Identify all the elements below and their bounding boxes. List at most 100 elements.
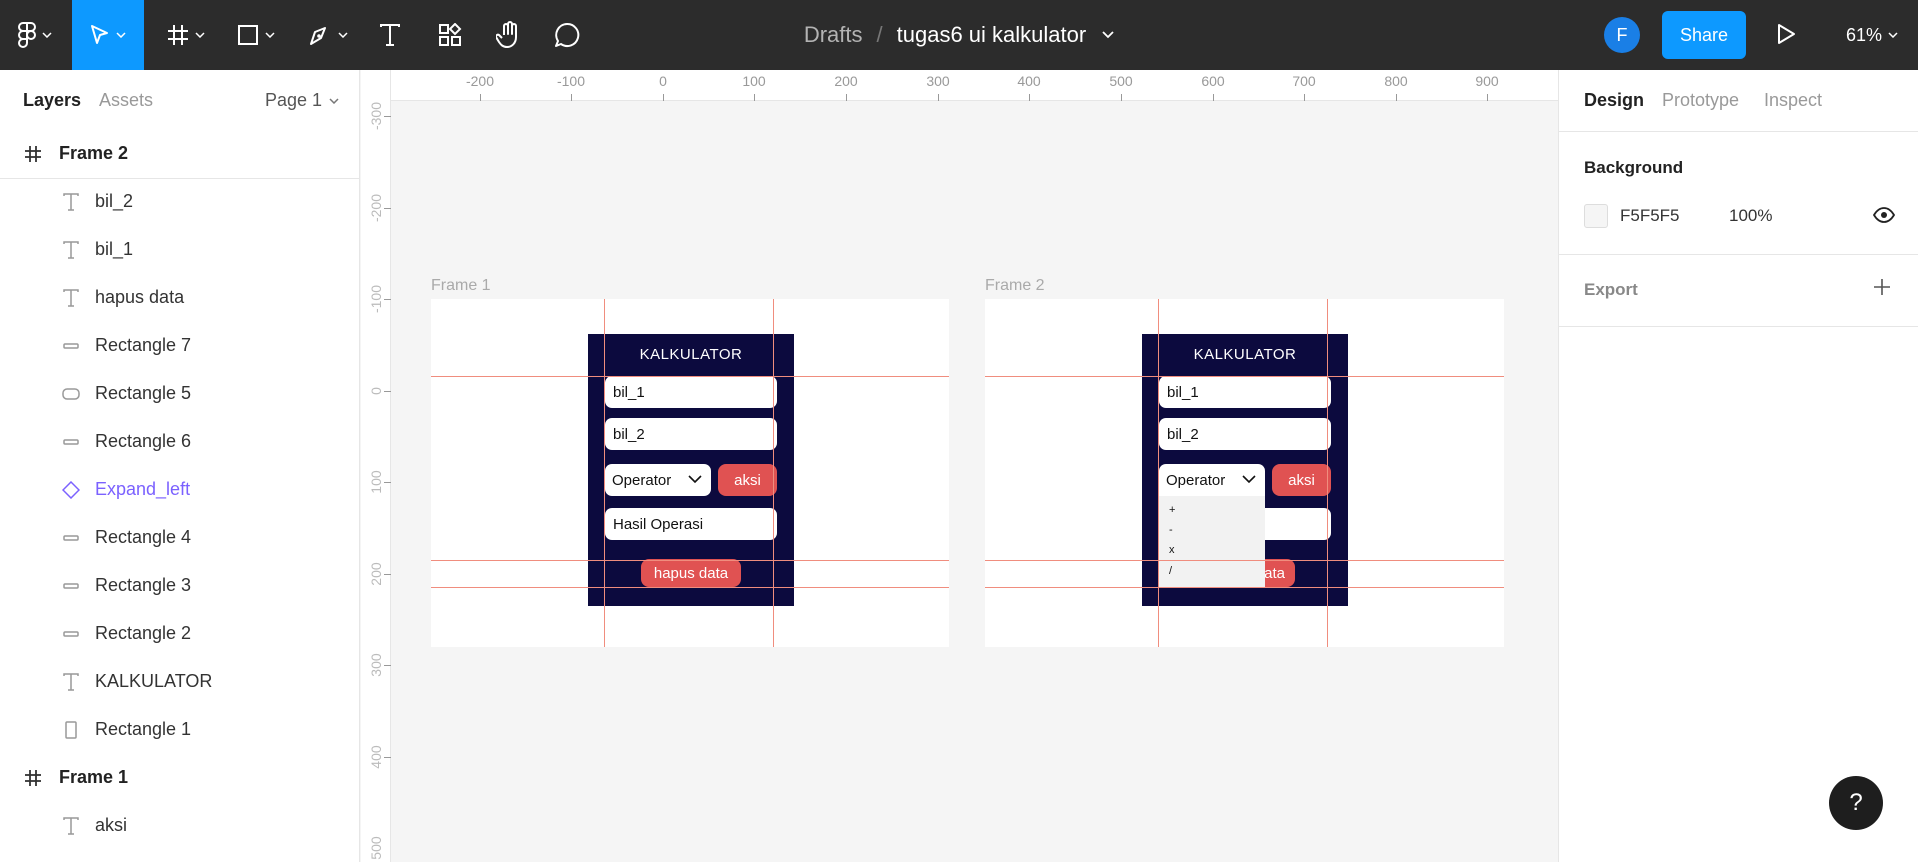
calculator-title: KALKULATOR	[639, 346, 743, 363]
layer-rectangle-5[interactable]: Rectangle 5	[0, 369, 359, 417]
shape-tool-button[interactable]	[226, 0, 286, 70]
operator-select[interactable]: Operator	[605, 464, 711, 496]
layer-rectangle-6[interactable]: Rectangle 6	[0, 417, 359, 465]
ruler-tick	[384, 208, 391, 209]
layer-kalkulator[interactable]: KALKULATOR	[0, 657, 359, 705]
avatar[interactable]: F	[1604, 17, 1640, 53]
layer-hapus-data[interactable]: hapus data	[0, 273, 359, 321]
move-tool-button[interactable]	[72, 0, 144, 70]
ruler-tick	[384, 482, 391, 483]
rectangle-layer-icon	[60, 431, 82, 453]
background-opacity-input[interactable]: 100%	[1729, 206, 1772, 226]
bil-1-field[interactable]: bil_1	[1159, 376, 1331, 408]
tab-assets[interactable]: Assets	[99, 90, 153, 111]
file-name[interactable]: tugas6 ui kalkulator	[897, 22, 1087, 48]
comment-tool-button[interactable]	[546, 0, 588, 70]
background-color-swatch[interactable]	[1584, 204, 1608, 228]
operator-select[interactable]: Operator	[1159, 464, 1265, 496]
layer-frame-2[interactable]: Frame 2	[0, 129, 359, 177]
zoom-menu[interactable]: 61%	[1846, 0, 1898, 70]
breadcrumb-separator: /	[876, 22, 883, 47]
layer-rectangle-1[interactable]: Rectangle 1	[0, 705, 359, 753]
play-icon[interactable]	[1775, 22, 1797, 46]
frame-2-label[interactable]: Frame 2	[985, 277, 1045, 295]
layer-bil-1[interactable]: bil_1	[0, 225, 359, 273]
layer-frame-1[interactable]: Frame 1	[0, 753, 359, 801]
layer-rectangle-4[interactable]: Rectangle 4	[0, 513, 359, 561]
pen-tool-button[interactable]	[298, 0, 358, 70]
text-layer-icon	[60, 287, 82, 309]
canvas[interactable]: -200 -100 0 100 200 300 400 500 600 700 …	[361, 70, 1558, 862]
layer-name: aksi	[95, 814, 128, 835]
frame-2[interactable]: KALKULATOR bil_1 bil_2 ata Operator aksi…	[985, 299, 1504, 647]
chevron-down-icon	[42, 32, 52, 38]
main-menu-button[interactable]	[10, 0, 60, 70]
layout-guide	[604, 299, 605, 647]
operator-option-minus[interactable]: -	[1169, 524, 1173, 536]
hand-tool-button[interactable]	[488, 0, 530, 70]
ruler-top: -200 -100 0 100 200 300 400 500 600 700 …	[391, 70, 1558, 101]
aksi-button[interactable]: aksi	[718, 464, 777, 496]
export-heading: Export	[1584, 280, 1638, 299]
layout-guide	[431, 560, 949, 561]
hand-icon	[496, 21, 517, 48]
layer-rectangle-2[interactable]: Rectangle 2	[0, 609, 359, 657]
layout-guide	[1158, 299, 1159, 647]
bil-2-field[interactable]: bil_2	[1159, 418, 1331, 450]
chevron-down-icon[interactable]	[1102, 31, 1114, 39]
bil-2-field[interactable]: bil_2	[605, 418, 777, 450]
rounded-rectangle-layer-icon	[60, 383, 82, 405]
frame-hash-icon	[22, 143, 44, 165]
operator-option-multiply[interactable]: x	[1169, 544, 1175, 556]
ruler-tick	[663, 94, 664, 101]
layer-bil-2[interactable]: bil_2	[0, 177, 359, 225]
tab-prototype[interactable]: Prototype	[1662, 90, 1739, 111]
share-button[interactable]: Share	[1662, 11, 1746, 59]
layer-aksi[interactable]: aksi	[0, 801, 359, 849]
bil-1-field[interactable]: bil_1	[605, 376, 777, 408]
tab-inspect[interactable]: Inspect	[1764, 90, 1822, 111]
layer-rectangle-3[interactable]: Rectangle 3	[0, 561, 359, 609]
layer-name: bil_1	[95, 238, 134, 259]
layer-rectangle-7[interactable]: Rectangle 7	[0, 321, 359, 369]
operator-option-plus[interactable]: +	[1169, 504, 1175, 516]
resources-tool-button[interactable]	[430, 0, 470, 70]
ruler-label: 900	[1475, 73, 1499, 89]
ruler-tick	[1121, 94, 1122, 101]
ruler-label: -200	[368, 193, 384, 223]
ruler-tick	[1304, 94, 1305, 101]
ruler-tick	[571, 94, 572, 101]
operator-option-divide[interactable]: /	[1169, 565, 1172, 577]
frame-1[interactable]: KALKULATOR bil_1 bil_2 Operator aksi Has…	[431, 299, 949, 647]
ruler-tick	[384, 574, 391, 575]
layer-name: Rectangle 7	[95, 334, 192, 355]
frame-tool-button[interactable]	[156, 0, 216, 70]
plus-icon[interactable]	[1873, 278, 1891, 296]
hapus-data-label: ata	[1264, 564, 1285, 582]
ruler-label: 0	[659, 73, 667, 89]
ruler-label: 200	[834, 73, 858, 89]
help-button[interactable]: ?	[1829, 776, 1883, 830]
tab-design[interactable]: Design	[1584, 90, 1644, 111]
ruler-tick	[384, 665, 391, 666]
ruler-tick	[384, 116, 391, 117]
hapus-data-button[interactable]: hapus data	[641, 559, 741, 587]
chevron-down-icon	[1888, 32, 1898, 38]
figma-logo-icon	[18, 22, 36, 48]
drafts-link[interactable]: Drafts	[804, 22, 863, 48]
background-hex-input[interactable]: F5F5F5	[1620, 206, 1680, 226]
hasil-operasi-field[interactable]: Hasil Operasi	[605, 508, 777, 540]
page-selector[interactable]: Page 1	[265, 90, 339, 111]
frame-1-label[interactable]: Frame 1	[431, 277, 491, 295]
layer-name: Rectangle 4	[95, 526, 192, 547]
eye-icon[interactable]	[1873, 207, 1895, 223]
layer-expand-left[interactable]: Expand_left	[0, 465, 359, 513]
text-layer-icon	[60, 239, 82, 261]
ruler-label: 600	[1201, 73, 1225, 89]
text-tool-button[interactable]	[370, 0, 410, 70]
chevron-down-icon	[116, 32, 126, 38]
aksi-button[interactable]: aksi	[1272, 464, 1331, 496]
ruler-label: -100	[556, 73, 586, 89]
tab-layers[interactable]: Layers	[23, 90, 81, 111]
chevron-down-icon	[195, 32, 205, 38]
